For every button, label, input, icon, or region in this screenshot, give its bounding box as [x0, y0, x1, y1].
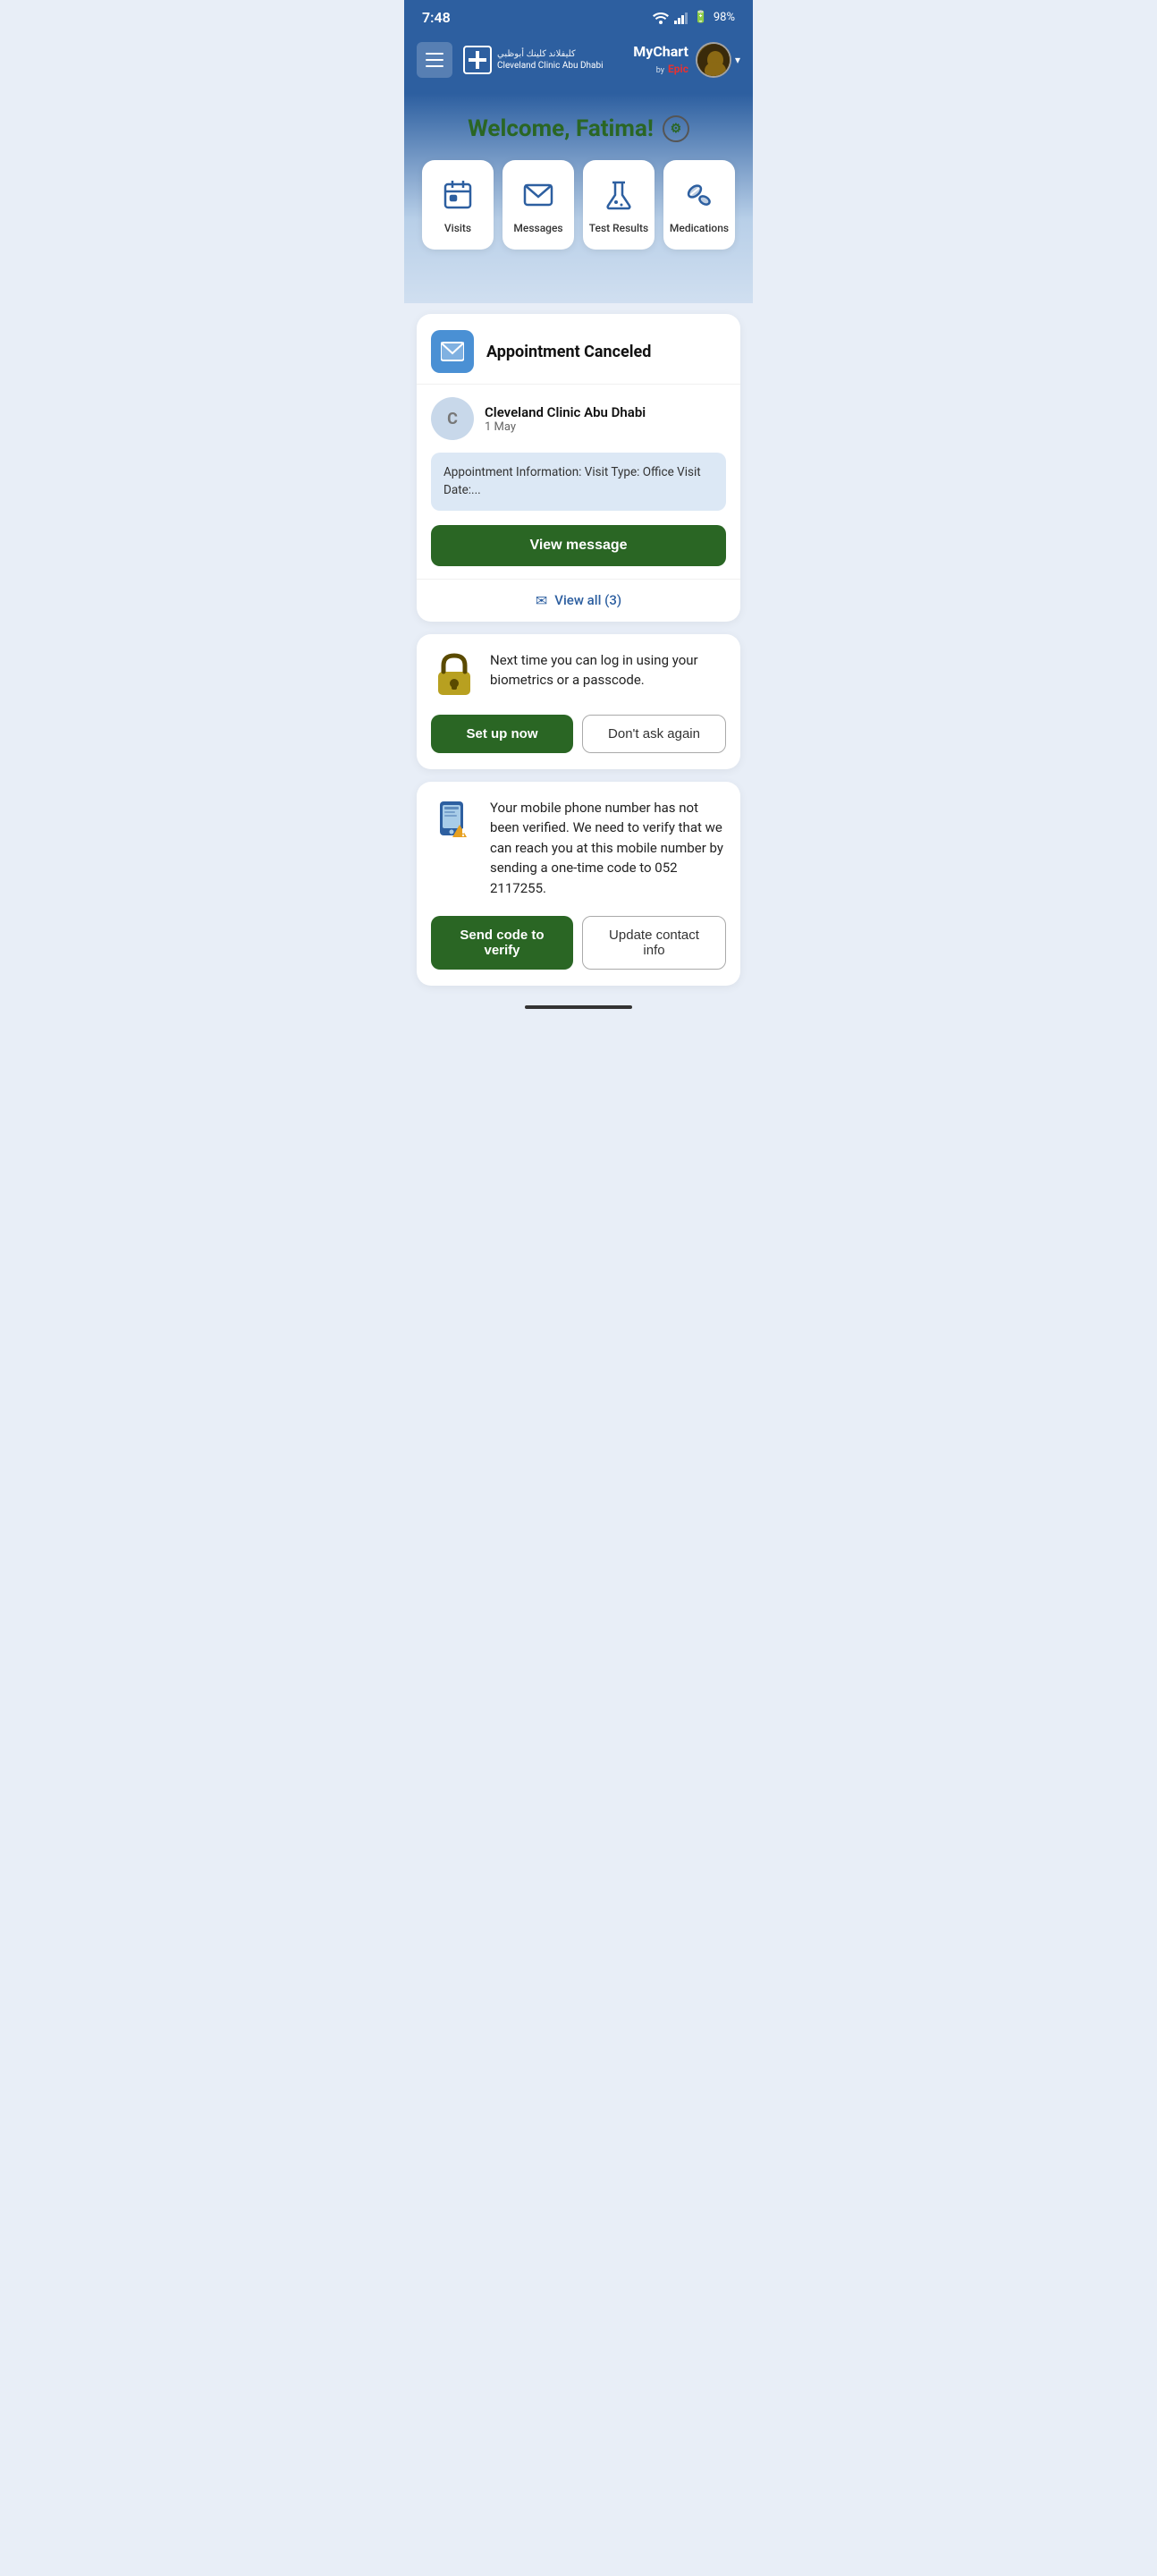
appointment-card-header: Appointment Canceled: [417, 314, 740, 385]
appointment-card: Appointment Canceled C Cleveland Clinic …: [417, 314, 740, 622]
status-bar: 7:48 🔋 98%: [404, 0, 753, 33]
biometrics-actions: Set up now Don't ask again: [431, 715, 726, 753]
avatar-face: [697, 44, 731, 78]
clinic-logo: كليفلاند كلينك أبوظبي Cleveland Clinic A…: [463, 46, 604, 74]
epic-label: Epic: [668, 63, 688, 75]
welcome-section: Welcome, Fatima! ⚙ Visits: [404, 94, 753, 303]
hamburger-line: [426, 65, 443, 67]
home-bar: [525, 1005, 632, 1009]
test-results-icon: [599, 175, 638, 215]
view-all-link[interactable]: View all (3): [554, 592, 621, 608]
dont-ask-button[interactable]: Don't ask again: [582, 715, 726, 753]
avatar-image: [697, 44, 730, 76]
header-right: MyChart by Epic ▾: [633, 42, 740, 78]
messages-label: Messages: [513, 222, 562, 234]
hamburger-line: [426, 53, 443, 55]
clinic-row: C Cleveland Clinic Abu Dhabi 1 May: [431, 397, 726, 440]
signal-icon: [674, 12, 688, 24]
biometrics-card: Next time you can log in using your biom…: [417, 634, 740, 769]
clinic-info: Cleveland Clinic Abu Dhabi 1 May: [485, 404, 646, 434]
phone-actions: Send code to verify Update contact info: [431, 916, 726, 970]
visits-icon: [438, 175, 477, 215]
view-all-envelope-icon: ✉: [536, 592, 547, 609]
lock-icon: [431, 650, 477, 697]
hamburger-line: [426, 59, 443, 61]
medications-icon: [680, 175, 719, 215]
medications-label: Medications: [670, 222, 729, 234]
header: كليفلاند كلينك أبوظبي Cleveland Clinic A…: [404, 33, 753, 94]
clinic-date: 1 May: [485, 420, 646, 434]
phone-verification-card: Your mobile phone number has not been ve…: [417, 782, 740, 987]
phone-card-inner: Your mobile phone number has not been ve…: [417, 782, 740, 987]
setup-now-button[interactable]: Set up now: [431, 715, 573, 753]
welcome-text: Welcome, Fatima!: [468, 115, 654, 142]
wifi-icon: [653, 12, 669, 24]
avatar: [696, 42, 731, 78]
quick-actions: Visits Messages Test Results: [422, 160, 735, 250]
quick-action-messages[interactable]: Messages: [502, 160, 574, 250]
avatar-container[interactable]: ▾: [696, 42, 740, 78]
messages-icon: [519, 175, 558, 215]
send-code-button[interactable]: Send code to verify: [431, 916, 573, 970]
battery-percentage: 98%: [714, 11, 735, 24]
clinic-cross-icon: [469, 51, 486, 69]
visits-label: Visits: [444, 222, 471, 234]
battery-icon: 🔋: [694, 11, 708, 24]
biometrics-text: Next time you can log in using your biom…: [490, 650, 726, 691]
appointment-title: Appointment Canceled: [486, 343, 651, 361]
header-left: كليفلاند كلينك أبوظبي Cleveland Clinic A…: [417, 42, 604, 78]
appointment-mail-icon: [431, 330, 474, 373]
mychart-logo: MyChart by Epic: [633, 44, 688, 77]
clinic-name: Cleveland Clinic Abu Dhabi: [485, 404, 646, 420]
clinic-arabic-name: كليفلاند كلينك أبوظبي: [497, 48, 604, 60]
quick-action-test-results[interactable]: Test Results: [583, 160, 655, 250]
phone-body: Your mobile phone number has not been ve…: [431, 798, 726, 899]
menu-button[interactable]: [417, 42, 452, 78]
phone-verification-text: Your mobile phone number has not been ve…: [490, 798, 726, 899]
welcome-title: Welcome, Fatima! ⚙: [422, 115, 735, 142]
main-content: Appointment Canceled C Cleveland Clinic …: [404, 303, 753, 996]
settings-icon[interactable]: ⚙: [663, 115, 689, 142]
biometrics-card-inner: Next time you can log in using your biom…: [417, 634, 740, 769]
biometrics-body: Next time you can log in using your biom…: [431, 650, 726, 697]
mychart-label: MyChart: [633, 44, 688, 60]
update-contact-button[interactable]: Update contact info: [582, 916, 726, 970]
clinic-english-name: Cleveland Clinic Abu Dhabi: [497, 60, 604, 72]
test-results-label: Test Results: [589, 222, 648, 234]
view-all-row[interactable]: ✉ View all (3): [417, 579, 740, 622]
view-message-button[interactable]: View message: [431, 525, 726, 566]
appointment-body: C Cleveland Clinic Abu Dhabi 1 May Appoi…: [417, 385, 740, 579]
appointment-preview: Appointment Information: Visit Type: Off…: [431, 453, 726, 511]
status-icons: 🔋 98%: [653, 11, 735, 24]
status-time: 7:48: [422, 9, 451, 26]
quick-action-visits[interactable]: Visits: [422, 160, 494, 250]
clinic-logo-icon: [463, 46, 492, 74]
clinic-avatar: C: [431, 397, 474, 440]
phone-icon: [431, 798, 477, 844]
mychart-by: by: [656, 66, 664, 75]
home-indicator: [404, 996, 753, 1018]
quick-action-medications[interactable]: Medications: [663, 160, 735, 250]
chevron-down-icon: ▾: [735, 54, 740, 66]
